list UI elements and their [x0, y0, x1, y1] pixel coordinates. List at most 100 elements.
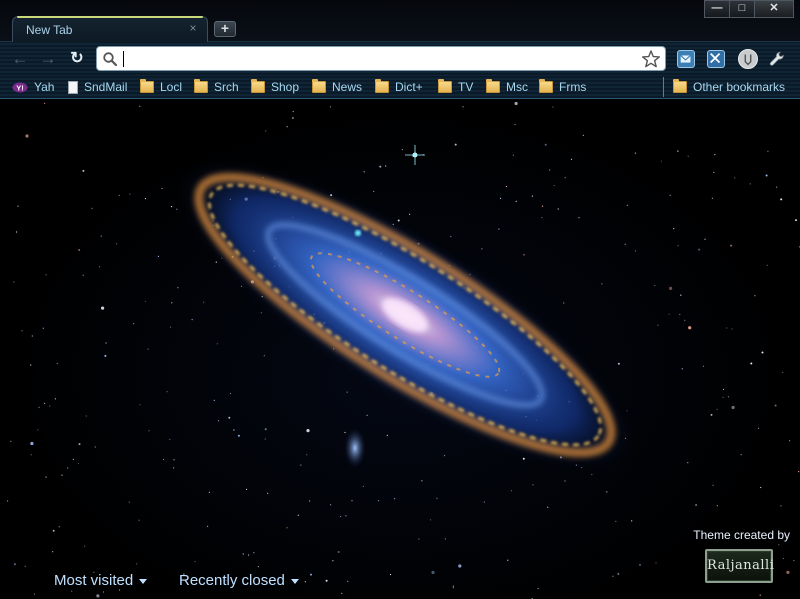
other-bookmarks-folder[interactable]: Other bookmarks [673, 79, 785, 95]
star [98, 266, 101, 268]
bookmark-folder-srch[interactable]: Srch [194, 79, 239, 95]
star [626, 204, 628, 206]
star [786, 570, 790, 574]
galaxy-background-image [7, 101, 800, 599]
star [104, 354, 107, 357]
star [341, 592, 343, 594]
star [557, 208, 559, 210]
back-button[interactable]: ← [10, 49, 30, 69]
star [267, 492, 269, 494]
folder-icon [375, 79, 389, 93]
star [481, 248, 483, 250]
bookmark-folder-msc[interactable]: Msc [486, 79, 528, 95]
extension-shield-icon[interactable] [738, 49, 758, 69]
star [774, 404, 777, 407]
star [578, 217, 580, 219]
bookmark-label: Locl [160, 80, 183, 94]
star [722, 396, 724, 399]
most-visited-menu[interactable]: Most visited [54, 572, 148, 589]
star [216, 343, 218, 345]
star [344, 431, 346, 434]
star [203, 301, 205, 303]
bookmark-label: Yah [34, 80, 55, 94]
close-window-button[interactable]: ✕ [754, 0, 794, 18]
star [300, 464, 302, 466]
star [431, 570, 435, 575]
bookmark-folder-news[interactable]: News [312, 79, 362, 95]
tab-new-tab[interactable]: New Tab × [12, 16, 208, 42]
star [531, 195, 534, 197]
wrench-menu-icon[interactable] [768, 50, 786, 68]
star [798, 471, 800, 473]
star [714, 154, 716, 156]
chevron-down-icon [139, 579, 148, 584]
bookmark-folder-locl[interactable]: Locl [140, 79, 182, 95]
maximize-button[interactable]: □ [729, 0, 755, 18]
omnibox[interactable] [96, 46, 666, 71]
star [345, 515, 347, 517]
star [247, 554, 250, 556]
star [21, 330, 23, 332]
star [30, 364, 32, 366]
star [778, 544, 780, 546]
bookmark-folder-frms[interactable]: Frms [539, 79, 586, 95]
star [118, 194, 120, 196]
star [462, 106, 464, 108]
star [657, 324, 659, 326]
minimize-button[interactable]: — [704, 0, 730, 18]
extension-x-icon[interactable] [707, 50, 725, 68]
bookmark-sndmail[interactable]: SndMail [68, 79, 127, 95]
star [91, 207, 93, 209]
star [138, 519, 140, 521]
bookmark-label: TV [458, 80, 474, 94]
bookmark-label: Other bookmarks [693, 80, 786, 94]
bookmark-folder-shop[interactable]: Shop [251, 79, 299, 95]
star [660, 160, 663, 162]
star [615, 520, 617, 522]
star [389, 573, 392, 576]
star [49, 405, 51, 407]
extension-mail-icon[interactable] [677, 50, 695, 68]
forward-button[interactable]: → [38, 49, 58, 69]
star [716, 505, 718, 507]
star [734, 177, 736, 179]
star [582, 134, 584, 136]
star [118, 589, 121, 591]
star [291, 117, 294, 119]
star [144, 300, 146, 302]
star [157, 255, 159, 257]
star [458, 564, 462, 568]
bookmarks-bar: Y! Yah SndMail Locl Srch Shop News Dict+… [0, 75, 800, 99]
yahoo-icon: Y! [12, 82, 28, 92]
star [716, 408, 718, 410]
star [242, 553, 244, 555]
star [564, 177, 566, 179]
bookmark-folder-tv[interactable]: TV [438, 79, 473, 95]
theme-author-logo[interactable]: Raljanalli [705, 549, 774, 583]
star [532, 484, 534, 486]
star [617, 572, 620, 575]
star [129, 193, 131, 195]
bookmark-yah[interactable]: Y! Yah [12, 79, 54, 95]
address-input[interactable] [123, 49, 633, 68]
star [44, 102, 46, 104]
star [386, 434, 388, 436]
star [229, 392, 232, 395]
recently-closed-menu[interactable]: Recently closed [179, 572, 299, 589]
star [44, 402, 46, 404]
search-icon [103, 52, 118, 67]
star [564, 480, 566, 482]
star [563, 302, 565, 304]
star [207, 525, 209, 527]
reload-button[interactable]: ↻ [67, 49, 87, 69]
folder-icon [194, 79, 208, 93]
star [401, 148, 403, 151]
bookmark-star-icon[interactable] [641, 49, 661, 69]
star [13, 563, 16, 566]
new-tab-button[interactable]: + [214, 21, 236, 37]
folder-icon [438, 79, 452, 93]
star [731, 328, 733, 330]
star [687, 155, 689, 157]
bookmark-folder-dict[interactable]: Dict+ [375, 79, 423, 95]
tab-close-icon[interactable]: × [187, 22, 199, 34]
